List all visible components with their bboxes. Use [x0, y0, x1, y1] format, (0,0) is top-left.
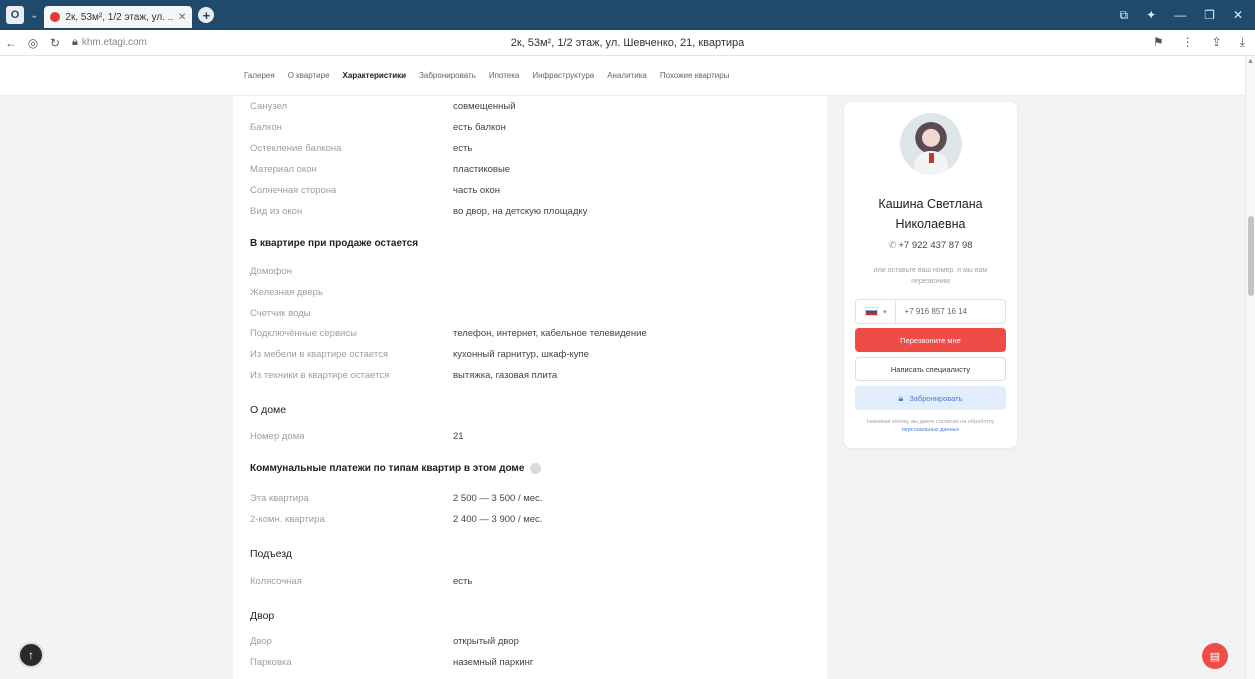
history-icon[interactable]: ◎ [22, 36, 44, 50]
back-icon[interactable]: ← [0, 36, 22, 50]
divider [894, 299, 896, 324]
section-title-yard: Двор [250, 610, 275, 622]
download-icon[interactable]: ⤓ [1240, 35, 1245, 50]
section-navigation: Галерея О квартире Характеристики Заброн… [0, 56, 1245, 96]
phone-input[interactable]: ▾ +7 916 857 16 14 [855, 299, 1006, 324]
section-title-house: О доме [250, 404, 287, 416]
personal-data-link[interactable]: персональных данных [902, 427, 959, 433]
prop-row: Эта квартира 2 500 — 3 500 / мес. [250, 493, 543, 504]
prop-row: Колясочная есть [250, 576, 473, 587]
page-scrollbar[interactable]: ▲ [1245, 56, 1255, 679]
prop-row: Из техники в квартире остается вытяжка, г… [250, 370, 558, 381]
share-icon[interactable]: ⇪ [1212, 35, 1222, 50]
minimize-icon[interactable]: — [1174, 8, 1186, 22]
nav-characteristics[interactable]: Характеристики [343, 71, 407, 80]
site-favicon-icon [50, 12, 61, 22]
prop-row: Санузел совмещенный [250, 101, 516, 112]
help-icon[interactable] [530, 463, 542, 474]
prop-row: Счетчик воды [250, 308, 311, 319]
agent-phone-link[interactable]: ✆ +7 922 437 87 98 [844, 240, 1017, 251]
tab-list-chevron-icon[interactable]: ⌄ [30, 10, 38, 21]
phone-input-value[interactable]: +7 916 857 16 14 [905, 307, 968, 316]
nav-gallery[interactable]: Галерея [244, 71, 275, 80]
downloads-icon[interactable]: ⧉ [1120, 8, 1129, 23]
new-tab-icon[interactable]: + [198, 7, 215, 23]
scroll-to-top-button[interactable]: ↑ [18, 642, 44, 668]
russia-flag-icon[interactable] [865, 307, 878, 316]
menu-dots-icon[interactable]: ⋮ [1182, 35, 1194, 50]
page-title: 2к, 53м², 1/2 этаж, ул. Шевченко, 21, кв… [510, 36, 745, 49]
chat-button[interactable]: ▤ [1202, 643, 1228, 669]
close-window-icon[interactable]: ✕ [1233, 8, 1243, 22]
address-bar: ← ◎ ↻ 🔒︎ khm.etagi.com 2к, 53м², 1/2 эта… [0, 30, 1255, 56]
scroll-thumb[interactable] [1248, 216, 1254, 296]
characteristics-panel: Санузел совмещенный Балкон есть балкон Ост… [233, 96, 827, 679]
prop-row: Двор открытый двор [250, 636, 519, 647]
prop-row: 2-комн. квартира 2 400 — 3 900 / мес. [250, 514, 543, 525]
prop-row: Остекление балкона есть [250, 143, 473, 154]
prop-row: Материал окон пластиковые [250, 164, 511, 175]
reload-icon[interactable]: ↻ [44, 36, 66, 50]
call-me-button[interactable]: Перезвоните мне [855, 328, 1006, 352]
bookmark-icon[interactable]: ⚑ [1153, 35, 1164, 50]
browser-tab[interactable]: 2к, 53м², 1/2 этаж, ул. ... ✕ [44, 6, 193, 28]
lock-icon: 🔒︎ [72, 36, 78, 48]
section-title-utilities: Коммунальные платежи по типам квартир в … [250, 463, 542, 474]
prop-row: Домофон [250, 266, 292, 277]
restore-icon[interactable]: ❐ [1204, 8, 1215, 22]
browser-tab-bar: O ⌄ 2к, 53м², 1/2 этаж, ул. ... ✕ + ⧉ ✦ … [0, 0, 1255, 30]
agent-avatar [900, 113, 962, 175]
lock-icon: 🔒︎ [898, 392, 904, 403]
prop-row: Подключённые сервисы телефон, интернет, к… [250, 328, 647, 339]
browser-logo-icon[interactable]: O [6, 6, 24, 24]
prop-row: Балкон есть балкон [250, 122, 506, 133]
prop-row: Железная дверь [250, 287, 323, 298]
agent-card: Кашина Светлана Николаевна ✆ +7 922 437 8… [844, 102, 1017, 448]
nav-booking[interactable]: Забронировать [419, 71, 476, 80]
nav-infrastructure[interactable]: Инфраструктура [532, 71, 594, 80]
prop-row: Солнечная сторона часть окон [250, 185, 500, 196]
prop-row: Из мебели в квартире остается кухонный га… [250, 349, 589, 360]
nav-mortgage[interactable]: Ипотека [489, 71, 520, 80]
section-title-entrance: Подъезд [250, 548, 292, 560]
arrow-up-icon: ↑ [28, 648, 34, 662]
extension-icon[interactable]: ✦ [1146, 8, 1156, 22]
prop-row: Парковка наземный паркинг [250, 657, 534, 668]
nav-analytics[interactable]: Аналитика [607, 71, 647, 80]
scroll-up-icon[interactable]: ▲ [1247, 58, 1254, 65]
tab-title: 2к, 53м², 1/2 этаж, ул. ... [65, 11, 174, 23]
agent-name: Кашина Светлана Николаевна [878, 197, 983, 231]
section-title-remains: В квартире при продаже остается [250, 238, 419, 249]
book-button[interactable]: 🔒︎ Забронировать [855, 386, 1006, 410]
url-text: khm.etagi.com [81, 37, 147, 48]
chevron-down-icon[interactable]: ▾ [883, 308, 887, 316]
nav-about[interactable]: О квартире [288, 71, 330, 80]
prop-row: Номер дома 21 [250, 431, 464, 442]
prop-row: Вид из окон во двор, на детскую площадку [250, 206, 588, 217]
chat-icon: ▤ [1209, 650, 1221, 663]
write-specialist-button[interactable]: Написать специалисту [855, 357, 1006, 381]
consent-text: Нажимая кнопку, вы даете согласие на обр… [866, 419, 995, 433]
nav-similar[interactable]: Похожие квартиры [660, 71, 730, 80]
callback-hint: или оставьте ваш номер, и мы вам перезво… [873, 267, 988, 285]
close-tab-icon[interactable]: ✕ [178, 12, 186, 23]
url-field[interactable]: 🔒︎ khm.etagi.com [72, 36, 147, 49]
avatar-scarf-shape [929, 153, 934, 163]
phone-icon: ✆ [888, 240, 897, 251]
